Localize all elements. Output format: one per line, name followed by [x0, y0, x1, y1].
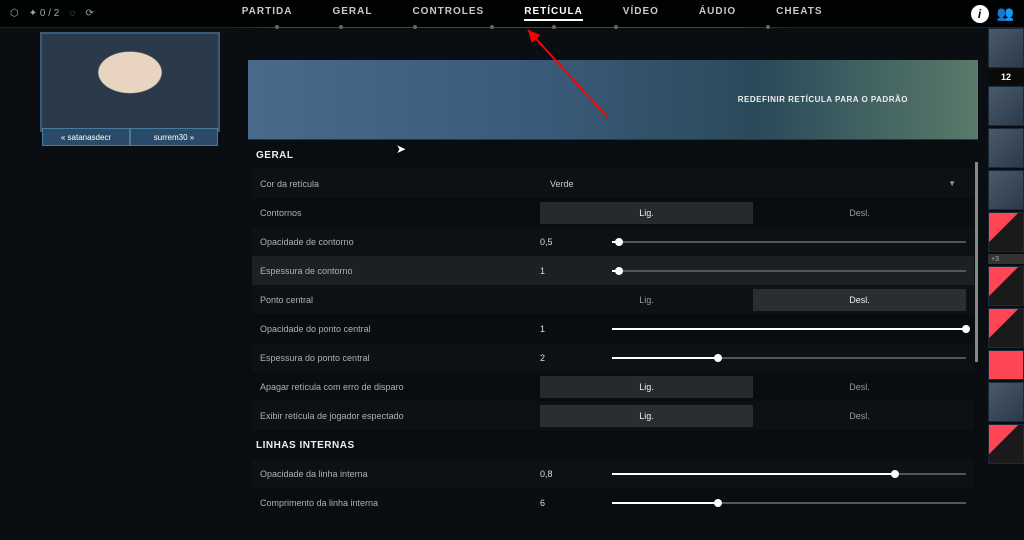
- info-icon[interactable]: i: [971, 5, 989, 23]
- slider[interactable]: [612, 473, 966, 475]
- avatar[interactable]: [988, 170, 1024, 210]
- avatar[interactable]: [988, 128, 1024, 168]
- section-header-geral: GERAL: [252, 140, 974, 169]
- settings-tabs: PARTIDA GERAL CONTROLES RETÍCULA VÍDEO Á…: [94, 6, 971, 21]
- avatar[interactable]: [988, 424, 1024, 464]
- reset-crosshair-button[interactable]: REDEFINIR RETÍCULA PARA O PADRÃO: [738, 95, 908, 104]
- row-center-dot-thickness: Espessura do ponto central 2: [252, 343, 974, 372]
- tab-geral[interactable]: GERAL: [332, 6, 372, 21]
- tab-partida[interactable]: PARTIDA: [242, 6, 293, 21]
- section-header-inner-lines: LINHAS INTERNAS: [252, 430, 974, 459]
- load-icon: ⟳: [85, 8, 93, 19]
- scrollbar[interactable]: [975, 162, 978, 362]
- webcam-overlay: « satanasdecr surrem30 »: [40, 32, 220, 132]
- player-name-left: « satanasdecr: [42, 128, 130, 146]
- chevron-down-icon: ▼: [948, 179, 956, 188]
- avatar[interactable]: [988, 28, 1024, 68]
- toggle-off[interactable]: Desl.: [753, 405, 966, 427]
- row-crosshair-color: Cor da retícula Verde ▼: [252, 169, 974, 198]
- row-inner-line-length: Comprimento da linha interna 6: [252, 488, 974, 517]
- avatar[interactable]: [988, 266, 1024, 306]
- row-outline-opacity: Opacidade de contorno 0,5: [252, 227, 974, 256]
- badge: +3: [988, 254, 1024, 264]
- slider[interactable]: [612, 270, 966, 272]
- crosshair-settings-panel: REDEFINIR RETÍCULA PARA O PADRÃO GERAL C…: [248, 60, 978, 535]
- slider[interactable]: [612, 328, 966, 330]
- slider[interactable]: [612, 241, 966, 243]
- tab-controles[interactable]: CONTROLES: [412, 6, 484, 21]
- tab-video[interactable]: VÍDEO: [623, 6, 659, 21]
- slider[interactable]: [612, 502, 966, 504]
- row-inner-line-opacity: Opacidade da linha interna 0,8: [252, 459, 974, 488]
- avatar[interactable]: [988, 308, 1024, 348]
- toggle-on[interactable]: Lig.: [540, 289, 753, 311]
- toggle-on[interactable]: Lig.: [540, 376, 753, 398]
- row-center-dot: Ponto central Lig. Desl.: [252, 285, 974, 314]
- crosshair-preview: REDEFINIR RETÍCULA PARA O PADRÃO: [248, 60, 978, 140]
- player-sidebar: 12 +3: [988, 28, 1024, 464]
- row-center-dot-opacity: Opacidade do ponto central 1: [252, 314, 974, 343]
- row-outline-thickness: Espessura de contorno ➤ 1: [252, 256, 974, 285]
- player-name-right: surrem30 »: [130, 128, 218, 146]
- toggle-off[interactable]: Desl.: [753, 289, 966, 311]
- row-show-spectated: Exibir retícula de jogador espectado Lig…: [252, 401, 974, 430]
- avatar[interactable]: [988, 212, 1024, 252]
- timer-icon: ◌: [69, 8, 75, 19]
- slider[interactable]: [612, 357, 966, 359]
- tab-cheats[interactable]: CHEATS: [776, 6, 822, 21]
- toggle-on[interactable]: Lig.: [540, 405, 753, 427]
- logo-icon: ⬡: [10, 8, 19, 19]
- avatar[interactable]: [988, 86, 1024, 126]
- row-fade-on-fire-error: Apagar retícula com erro de disparo Lig.…: [252, 372, 974, 401]
- label: Cor da retícula: [260, 179, 540, 189]
- social-icon[interactable]: 👥: [997, 5, 1014, 22]
- tab-audio[interactable]: ÁUDIO: [699, 6, 736, 21]
- avatar[interactable]: [988, 350, 1024, 380]
- team-score: 12: [988, 70, 1024, 84]
- toggle-off[interactable]: Desl.: [753, 376, 966, 398]
- crosshair-color-dropdown[interactable]: Verde ▼: [540, 169, 966, 198]
- row-outlines: Contornos Lig. Desl.: [252, 198, 974, 227]
- toggle-on[interactable]: Lig.: [540, 202, 753, 224]
- tab-reticula[interactable]: RETÍCULA: [524, 6, 583, 21]
- toggle-off[interactable]: Desl.: [753, 202, 966, 224]
- currency-indicator: ✦ 0 / 2: [29, 8, 60, 19]
- avatar[interactable]: [988, 382, 1024, 422]
